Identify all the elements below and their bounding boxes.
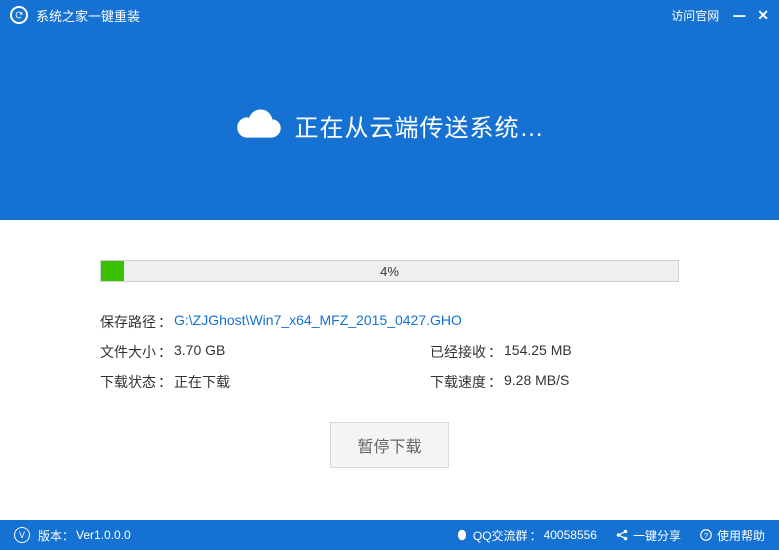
button-row: 暂停下载 (100, 422, 679, 468)
status-label: 下载状态 (100, 372, 156, 392)
received-value: 154.25 MB (504, 342, 572, 362)
svg-text:?: ? (704, 531, 708, 540)
filesize-label: 文件大小 (100, 342, 156, 362)
download-info: 保存路径 ： G:\ZJGhost\Win7_x64_MFZ_2015_0427… (100, 312, 679, 392)
app-logo-icon (10, 6, 28, 24)
footer-version-value: Ver1.0.0.0 (76, 528, 131, 542)
footer-help[interactable]: ? 使用帮助 (699, 527, 765, 544)
info-row-status: 下载状态 ： 正在下载 下载速度 ： 9.28 MB/S (100, 372, 679, 392)
footer-qq-group[interactable]: QQ交流群 ： 40058556 (455, 527, 597, 544)
qq-value: 40058556 (544, 528, 597, 542)
info-row-size: 文件大小 ： 3.70 GB 已经接收 ： 154.25 MB (100, 342, 679, 362)
pause-download-button[interactable]: 暂停下载 (330, 422, 448, 468)
content-area: 4% 保存路径 ： G:\ZJGhost\Win7_x64_MFZ_2015_0… (0, 220, 779, 520)
hero-banner: 正在从云端传送系统… (0, 30, 779, 220)
close-button[interactable]: ✕ (757, 7, 769, 24)
app-title: 系统之家一键重装 (36, 6, 671, 25)
info-row-path: 保存路径 ： G:\ZJGhost\Win7_x64_MFZ_2015_0427… (100, 312, 679, 332)
path-value[interactable]: G:\ZJGhost\Win7_x64_MFZ_2015_0427.GHO (174, 312, 462, 332)
cloud-icon (235, 106, 283, 145)
footer-share[interactable]: 一键分享 (615, 527, 681, 544)
progress-percent-text: 4% (101, 261, 678, 281)
titlebar: 系统之家一键重装 访问官网 － ✕ (0, 0, 779, 30)
hero-text: 正在从云端传送系统… (295, 108, 545, 143)
share-icon (615, 528, 629, 542)
path-label: 保存路径 (100, 312, 156, 332)
speed-value: 9.28 MB/S (504, 372, 569, 392)
filesize-value: 3.70 GB (174, 342, 225, 362)
qq-icon (455, 528, 469, 542)
status-value: 正在下载 (174, 372, 230, 392)
official-site-link[interactable]: 访问官网 (671, 7, 719, 24)
minimize-button[interactable]: － (731, 3, 747, 27)
qq-label: QQ交流群 (473, 527, 528, 544)
footer-version-label: 版本： (38, 527, 74, 544)
help-icon: ? (699, 528, 713, 542)
share-label: 一键分享 (633, 527, 681, 544)
speed-label: 下载速度 (430, 372, 486, 392)
help-label: 使用帮助 (717, 527, 765, 544)
received-label: 已经接收 (430, 342, 486, 362)
footer-version-icon: V (14, 527, 30, 543)
progress-bar: 4% (100, 260, 679, 282)
footer: V 版本： Ver1.0.0.0 QQ交流群 ： 40058556 一键分享 ?… (0, 520, 779, 550)
